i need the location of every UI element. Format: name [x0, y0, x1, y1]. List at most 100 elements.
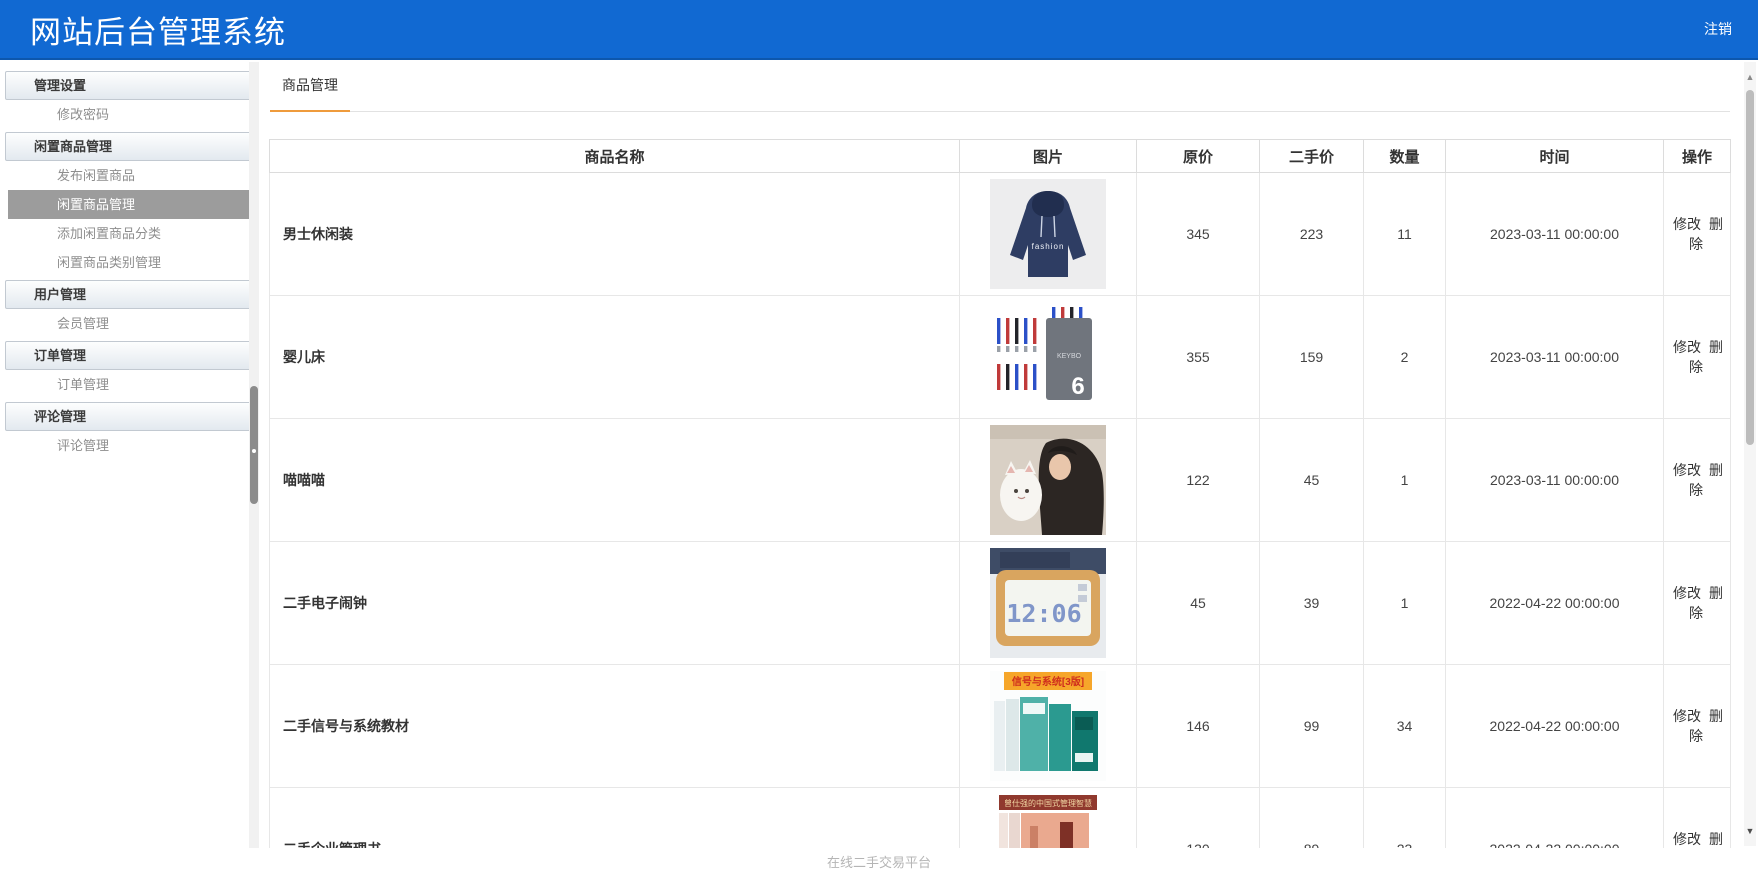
original-price: 146 [1136, 664, 1260, 788]
time: 2022-04-22 00:00:00 [1445, 664, 1664, 788]
sidebar-group-header[interactable]: 管理设置 [5, 71, 251, 100]
original-price: 345 [1136, 172, 1260, 296]
tab-product-management[interactable]: 商品管理 [270, 60, 350, 112]
quantity: 11 [1363, 172, 1446, 296]
actions-cell: 修改 删除 [1663, 418, 1731, 542]
product-name: 婴儿床 [269, 295, 960, 419]
svg-text:信号与系统[3版]: 信号与系统[3版] [1012, 675, 1084, 688]
product-image-cell: 12:06 [959, 541, 1137, 665]
footer-text: 在线二手交易平台 [826, 855, 931, 870]
column-header: 数量 [1363, 139, 1446, 173]
svg-text:曾仕强的中国式管理智慧: 曾仕强的中国式管理智慧 [1004, 798, 1092, 808]
edit-link[interactable]: 修改 [1673, 585, 1701, 601]
main-scrollbar[interactable]: ▲ ▼ [1744, 62, 1756, 846]
original-price: 45 [1136, 541, 1260, 665]
product-image-cell: fashion [959, 172, 1137, 296]
sidebar-item[interactable]: 修改密码 [8, 100, 252, 129]
sidebar-item[interactable]: 订单管理 [8, 370, 252, 399]
product-image-cell [959, 418, 1137, 542]
signals-textbooks-image: 信号与系统[3版] [990, 671, 1106, 781]
product-name: 二手信号与系统教材 [269, 664, 960, 788]
tab-label: 商品管理 [282, 77, 338, 93]
product-row: 喵喵喵 122 45 1 2023-03-11 00:00:00 修改 删除 [269, 418, 1731, 542]
sidebar-item[interactable]: 闲置商品类别管理 [8, 248, 252, 277]
product-image-cell: 信号与系统[3版] [959, 664, 1137, 788]
edit-link[interactable]: 修改 [1673, 216, 1701, 232]
actions-cell: 修改 删除 [1663, 664, 1731, 788]
page: 网站后台管理系统 注销 管理设置 修改密码闲置商品管理 发布闲置商品 闲置商品管理 添加… [0, 0, 1758, 878]
girl-with-cat-image [990, 425, 1106, 535]
scroll-up-icon[interactable]: ▲ [1744, 70, 1756, 84]
column-header: 时间 [1445, 139, 1664, 173]
product-name: 二手企业管理书 [269, 787, 960, 848]
product-row: 二手电子闹钟 12:06 45 39 1 2022-04-22 00:00:00 修改 … [269, 541, 1731, 665]
used-price: 45 [1259, 418, 1364, 542]
product-row: 二手信号与系统教材 信号与系统[3版] 146 99 34 2022-04-22 00… [269, 664, 1731, 788]
product-name: 二手电子闹钟 [269, 541, 960, 665]
original-price: 130 [1136, 787, 1260, 848]
actions-cell: 修改 删除 [1663, 787, 1731, 848]
quantity: 23 [1363, 787, 1446, 848]
column-header: 原价 [1136, 139, 1260, 173]
quantity: 1 [1363, 541, 1446, 665]
svg-text:6: 6 [1071, 373, 1084, 400]
actions-cell: 修改 删除 [1663, 172, 1731, 296]
edit-link[interactable]: 修改 [1673, 339, 1701, 355]
management-book-image: 曾仕强的中国式管理智慧 [990, 794, 1106, 848]
product-name: 男士休闲装 [269, 172, 960, 296]
sidebar: 管理设置 修改密码闲置商品管理 发布闲置商品 闲置商品管理 添加闲置商品分类 闲置商品类别… [0, 62, 260, 848]
sidebar-nav: 管理设置 修改密码闲置商品管理 发布闲置商品 闲置商品管理 添加闲置商品分类 闲置商品类别… [0, 62, 260, 460]
time: 2022-04-22 00:00:00 [1445, 787, 1664, 848]
actions-cell: 修改 删除 [1663, 295, 1731, 419]
tab-bar: 商品管理 [270, 60, 1730, 112]
sidebar-item[interactable]: 发布闲置商品 [8, 161, 252, 190]
column-header: 操作 [1663, 139, 1731, 173]
sidebar-group-header[interactable]: 闲置商品管理 [5, 132, 251, 161]
sidebar-scrollbar-thumb[interactable] [250, 386, 258, 504]
svg-text:12:06: 12:06 [1006, 599, 1081, 628]
scrollbar-grip-icon [252, 448, 256, 453]
product-name: 喵喵喵 [269, 418, 960, 542]
sidebar-group-header[interactable]: 用户管理 [5, 280, 251, 309]
used-price: 99 [1259, 664, 1364, 788]
used-price: 223 [1259, 172, 1364, 296]
scroll-down-icon[interactable]: ▼ [1744, 824, 1756, 838]
logout-link[interactable]: 注销 [1704, 19, 1732, 39]
svg-text:fashion: fashion [1032, 242, 1065, 251]
sidebar-item[interactable]: 闲置商品管理 [8, 190, 252, 219]
quantity: 2 [1363, 295, 1446, 419]
product-image-cell: 曾仕强的中国式管理智慧 [959, 787, 1137, 848]
time: 2023-03-11 00:00:00 [1445, 172, 1664, 296]
time: 2023-03-11 00:00:00 [1445, 295, 1664, 419]
quantity: 1 [1363, 418, 1446, 542]
hoodie-image: fashion [990, 179, 1106, 289]
edit-link[interactable]: 修改 [1673, 708, 1701, 724]
sidebar-item[interactable]: 会员管理 [8, 309, 252, 338]
app-header: 网站后台管理系统 注销 [0, 0, 1758, 60]
sidebar-group-header[interactable]: 订单管理 [5, 341, 251, 370]
quantity: 34 [1363, 664, 1446, 788]
sidebar-scrollbar[interactable] [249, 62, 259, 848]
actions-cell: 修改 删除 [1663, 541, 1731, 665]
table-header-row: 商品名称 图片 原价 二手价 数量 时间 操作 [269, 139, 1731, 173]
page-title: 网站后台管理系统 [30, 14, 286, 50]
page-footer: 在线二手交易平台 [0, 848, 1758, 878]
main-content: 商品管理 商品名称 图片 原价 二手价 数量 时间 操作 男士休闲装 fashion 345 2… [260, 60, 1744, 848]
sidebar-item[interactable]: 添加闲置商品分类 [8, 219, 252, 248]
alarm-clock-image: 12:06 [990, 548, 1106, 658]
pens-image: KEYBO 6 [990, 302, 1106, 412]
sidebar-group-header[interactable]: 评论管理 [5, 402, 251, 431]
original-price: 122 [1136, 418, 1260, 542]
svg-text:KEYBO: KEYBO [1057, 353, 1082, 360]
sidebar-item[interactable]: 评论管理 [8, 431, 252, 460]
product-image-cell: KEYBO 6 [959, 295, 1137, 419]
column-header: 商品名称 [269, 139, 960, 173]
edit-link[interactable]: 修改 [1673, 462, 1701, 478]
time: 2022-04-22 00:00:00 [1445, 541, 1664, 665]
original-price: 355 [1136, 295, 1260, 419]
edit-link[interactable]: 修改 [1673, 831, 1701, 847]
main-scrollbar-thumb[interactable] [1746, 90, 1754, 445]
used-price: 39 [1259, 541, 1364, 665]
used-price: 89 [1259, 787, 1364, 848]
product-row: 男士休闲装 fashion 345 223 11 2023-03-11 00:00:00… [269, 172, 1731, 296]
